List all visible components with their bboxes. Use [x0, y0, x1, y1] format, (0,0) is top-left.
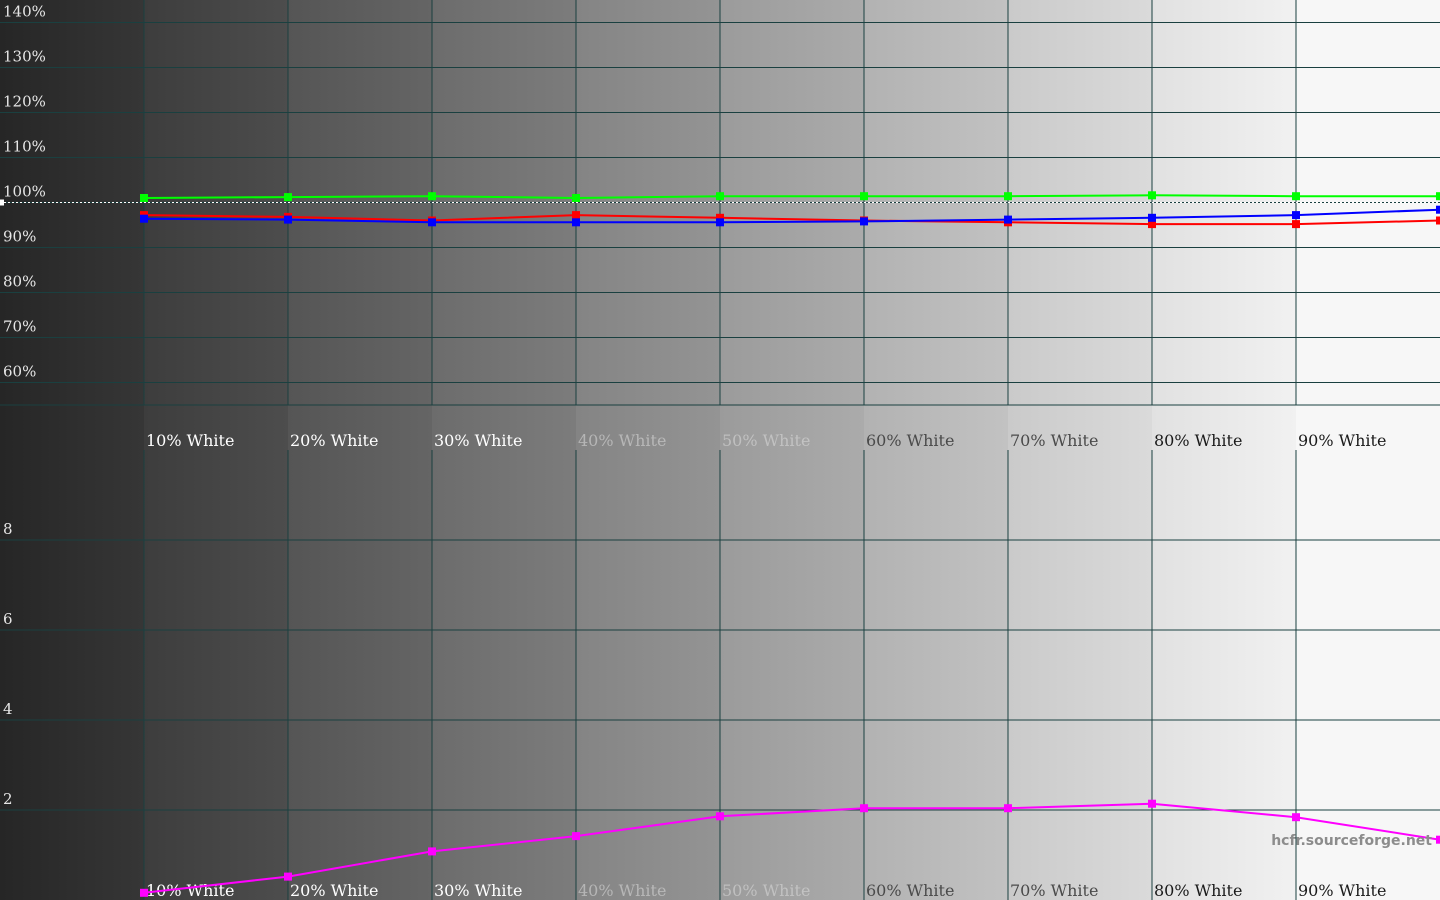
data-point — [572, 218, 580, 227]
data-point — [1292, 813, 1300, 822]
data-point — [428, 847, 436, 856]
watermark: hcfr.sourceforge.net — [1271, 833, 1432, 849]
data-point — [860, 192, 868, 201]
category-label: 50% White — [722, 881, 810, 900]
y-tick-label: 8 — [3, 520, 13, 538]
data-point — [716, 218, 724, 227]
data-point — [284, 872, 292, 881]
y-tick-label: 100% — [3, 183, 46, 201]
category-label: 40% White — [578, 431, 666, 450]
gray-step-3 — [288, 0, 432, 900]
gray-step-10 — [1296, 0, 1440, 900]
category-label: 90% White — [1298, 881, 1386, 900]
y-tick-label: 130% — [3, 48, 46, 66]
gray-step-1 — [0, 0, 144, 900]
gray-step-2 — [144, 0, 288, 900]
data-point — [1148, 213, 1156, 222]
y-tick-label: 140% — [3, 3, 46, 21]
gray-step-6 — [720, 0, 864, 900]
data-point — [860, 217, 868, 226]
category-label: 60% White — [866, 431, 954, 450]
data-point — [428, 218, 436, 227]
category-label: 10% White — [146, 431, 234, 450]
y-tick-label: 120% — [3, 93, 46, 111]
y-tick-label: 60% — [3, 363, 36, 381]
y-tick-label: 6 — [3, 610, 13, 628]
category-label: 80% White — [1154, 881, 1242, 900]
data-point — [140, 194, 148, 202]
y-tick-label: 90% — [3, 228, 36, 246]
data-point — [140, 888, 148, 897]
data-point — [1292, 220, 1300, 229]
category-label: 70% White — [1010, 881, 1098, 900]
data-point — [716, 812, 724, 821]
data-point — [1292, 192, 1300, 201]
y-tick-label: 70% — [3, 318, 36, 336]
data-point — [1292, 211, 1300, 220]
category-label: 40% White — [578, 881, 666, 900]
y-tick-label: 4 — [3, 700, 13, 718]
category-label: 60% White — [866, 881, 954, 900]
data-point — [572, 194, 580, 202]
data-point — [1436, 216, 1440, 225]
reference-marker — [0, 199, 4, 206]
category-label: 20% White — [290, 881, 378, 900]
category-label: 30% White — [434, 881, 522, 900]
data-point — [572, 832, 580, 841]
data-point — [1436, 192, 1440, 201]
category-label: 70% White — [1010, 431, 1098, 450]
data-point — [1004, 804, 1012, 813]
category-label: 50% White — [722, 431, 810, 450]
data-point — [284, 215, 292, 224]
data-point — [284, 193, 292, 202]
data-point — [140, 214, 148, 223]
data-point — [716, 192, 724, 201]
data-point — [1148, 191, 1156, 200]
gray-step-4 — [432, 0, 576, 900]
data-point — [572, 211, 580, 220]
category-label: 20% White — [290, 431, 378, 450]
data-point — [428, 192, 436, 201]
hcfr-grayscale-chart: 60% 70% 80% 90% 100% 110% 120% 130% 140% 2 4 6 8 10%… — [0, 0, 1440, 900]
data-point — [860, 804, 868, 813]
data-point — [1004, 192, 1012, 201]
category-label: 90% White — [1298, 431, 1386, 450]
data-point — [1436, 205, 1440, 214]
gray-step-9 — [1152, 0, 1296, 900]
y-tick-label: 2 — [3, 790, 13, 808]
y-tick-label: 110% — [3, 138, 46, 156]
y-tick-label: 80% — [3, 273, 36, 291]
data-point — [1436, 835, 1440, 844]
gray-step-7 — [864, 0, 1008, 900]
gray-step-8 — [1008, 0, 1152, 900]
gray-step-5 — [576, 0, 720, 900]
category-label: 80% White — [1154, 431, 1242, 450]
data-point — [1004, 215, 1012, 224]
category-label: 30% White — [434, 431, 522, 450]
data-point — [1148, 799, 1156, 808]
